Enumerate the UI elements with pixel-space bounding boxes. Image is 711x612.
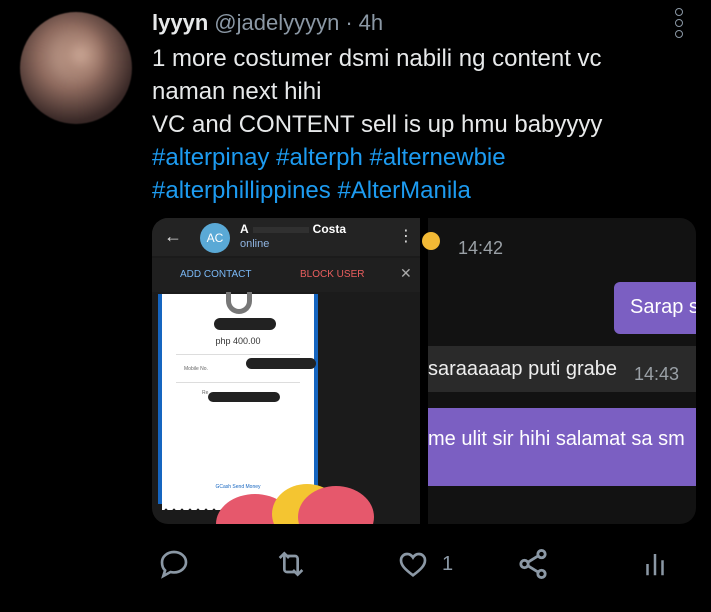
divider <box>176 382 300 383</box>
chat-action-bar: ADD CONTACT BLOCK USER ✕ <box>152 258 420 292</box>
like-count: 1 <box>442 552 454 575</box>
avatar[interactable] <box>20 12 132 124</box>
receipt-mobile-label: Mobile No. <box>184 366 208 372</box>
contact-name: A Costa <box>240 222 360 236</box>
display-name[interactable]: lyyyn <box>152 10 208 36</box>
tweet-header: lyyyn @jadelyyyyn · 4h <box>152 10 383 36</box>
retweet-icon <box>278 551 304 577</box>
add-contact-label: ADD CONTACT <box>180 269 252 280</box>
hashtag-line-1: #alterpinay #alterph #alternewbie <box>152 141 692 174</box>
contact-name-end: Costa <box>312 222 347 236</box>
contact-avatar: AC <box>200 223 230 253</box>
redaction <box>214 318 276 330</box>
block-user-label: BLOCK USER <box>300 269 365 280</box>
tweet-text-line-2: naman next hihi <box>152 78 322 105</box>
outgoing-bubble: Sarap s <box>614 282 696 334</box>
hashtag-link[interactable]: #alternewbie <box>370 144 506 171</box>
analytics-icon <box>646 554 664 576</box>
reply-icon <box>160 550 188 579</box>
hashtag-link[interactable]: #alterphillippines <box>152 177 331 204</box>
receipt-logo-icon <box>226 292 252 314</box>
share-button[interactable] <box>516 544 550 584</box>
message-text: Sarap s <box>630 296 696 318</box>
tweet-text-line-3: VC and CONTENT sell is up hmu babyyyy <box>152 111 603 138</box>
payment-receipt: php 400.00 Mobile No. Re GCash Send Mone… <box>158 292 318 510</box>
media-image-right[interactable]: 14:42 Sarap s saraaaaap puti grabe 14:43… <box>422 218 696 524</box>
tweet-actions: 1 <box>150 544 690 584</box>
message-text: me ulit sir hihi salamat sa sm <box>428 428 685 450</box>
hashtag-link[interactable]: #AlterManila <box>337 177 470 204</box>
redaction <box>208 392 280 402</box>
like-icon <box>399 552 427 578</box>
retweet-button[interactable] <box>274 544 308 584</box>
media-image-left[interactable]: ← AC A Costa online ⋮ ADD CONTACT BLOCK U… <box>152 218 420 524</box>
kebab-icon: ⋮ <box>398 228 414 245</box>
redaction <box>246 358 316 369</box>
analytics-button[interactable] <box>640 544 670 584</box>
tweet-text-line-1: 1 more costumer dsmi nabili ng content v… <box>152 45 602 72</box>
user-handle[interactable]: @jadelyyyyn <box>214 10 339 36</box>
chat-topbar: ← AC A Costa online ⋮ <box>152 218 420 256</box>
more-icon[interactable] <box>671 8 687 38</box>
tweet-time[interactable]: 4h <box>359 10 383 36</box>
hashtag-link[interactable]: #alterpinay <box>152 144 269 171</box>
hashtag-line-2: #alterphillippines #AlterManila <box>152 174 692 207</box>
tweet-text: 1 more costumer dsmi nabili ng content v… <box>152 42 692 207</box>
contact-status: online <box>240 238 270 250</box>
divider <box>176 354 300 355</box>
emoji-icon <box>422 232 440 250</box>
share-icon <box>519 548 547 580</box>
tweet-media[interactable]: ← AC A Costa online ⋮ ADD CONTACT BLOCK U… <box>152 218 696 524</box>
contact-name-start: A <box>240 222 249 236</box>
message-time: 14:43 <box>634 364 680 384</box>
receipt-amount: php 400.00 <box>215 336 261 346</box>
like-button[interactable]: 1 <box>396 544 453 584</box>
reply-button[interactable] <box>158 544 190 584</box>
back-arrow-icon: ← <box>164 226 182 246</box>
hashtag-link[interactable]: #alterph <box>276 144 363 171</box>
message-time: 14:42 <box>458 238 504 258</box>
message-text: saraaaaap puti grabe <box>428 358 618 380</box>
separator-dot: · <box>345 10 353 35</box>
close-icon: ✕ <box>400 265 412 281</box>
